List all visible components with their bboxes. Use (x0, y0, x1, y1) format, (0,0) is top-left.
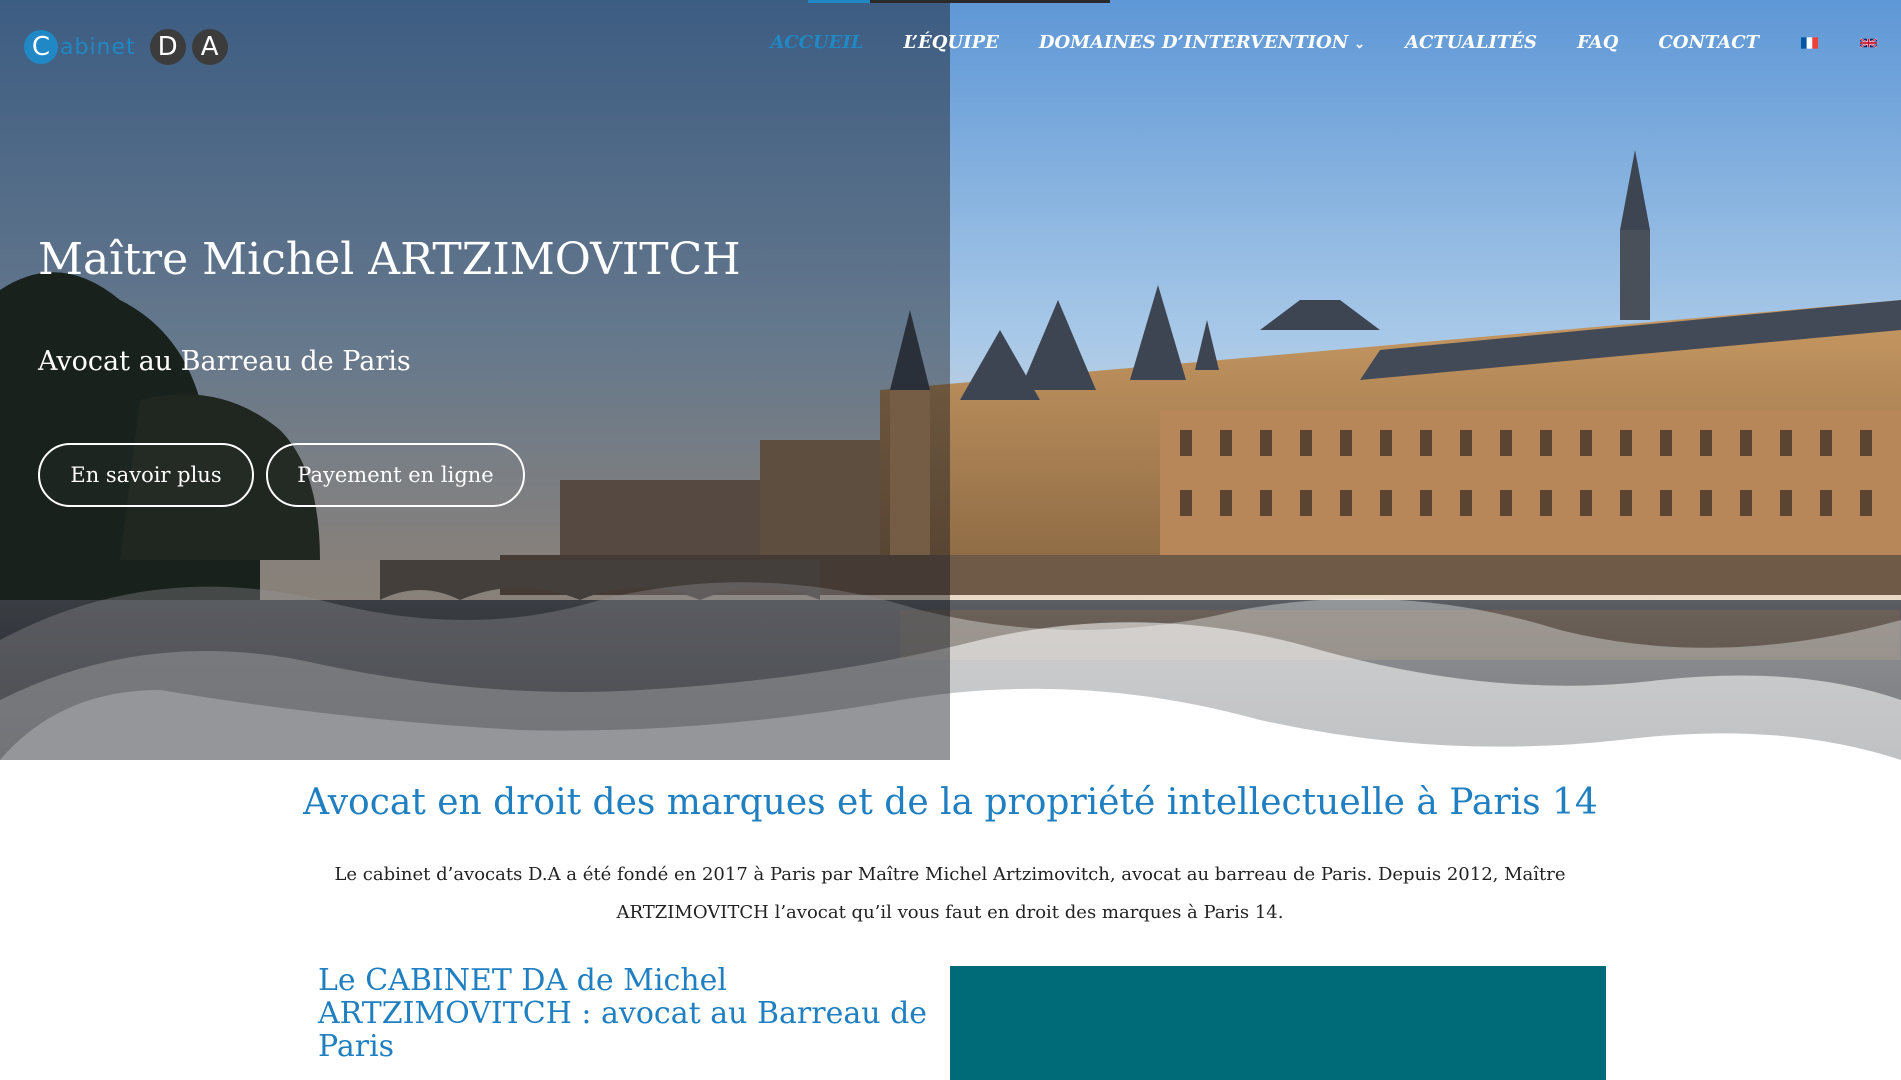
hero-title: Maître Michel ARTZIMOVITCH (38, 234, 741, 285)
nav-item-faq[interactable]: FAQ (1577, 32, 1618, 53)
payement-en-ligne-button[interactable]: Payement en ligne (266, 443, 525, 507)
gb-flag-icon[interactable] (1860, 37, 1877, 49)
teal-content-block (950, 966, 1606, 1080)
nav-active-indicator (808, 0, 870, 3)
nav-item-accueil[interactable]: ACCUEIL (770, 32, 863, 53)
section-heading: Le CABINET DA de Michel ARTZIMOVITCH : a… (318, 963, 928, 1064)
main-nav: ACCUEIL L’ÉQUIPE DOMAINES D’INTERVENTION… (730, 32, 1877, 53)
nav-item-domaines-label: DOMAINES D’INTERVENTION (1038, 32, 1349, 53)
nav-item-actualites[interactable]: ACTUALITÉS (1405, 32, 1537, 53)
main-heading: Avocat en droit des marques et de la pro… (303, 782, 1598, 823)
hero-dark-overlay (0, 0, 950, 760)
logo-letter-c: C (24, 30, 58, 64)
logo-letter-d: D (149, 29, 186, 65)
logo-word: abinet (60, 34, 136, 60)
logo-letter-a: A (191, 29, 228, 65)
nav-item-equipe[interactable]: L’ÉQUIPE (903, 32, 998, 53)
site-logo[interactable]: C abinet D A (24, 28, 228, 66)
nav-item-domaines[interactable]: DOMAINES D’INTERVENTION ⌄ (1039, 32, 1365, 53)
fr-flag-icon[interactable] (1801, 36, 1818, 49)
hero-banner (0, 0, 1901, 760)
chevron-down-icon: ⌄ (1354, 37, 1366, 52)
nav-item-contact[interactable]: CONTACT (1658, 32, 1759, 53)
en-savoir-plus-button[interactable]: En savoir plus (38, 443, 254, 507)
intro-paragraph: Le cabinet d’avocats D.A a été fondé en … (334, 864, 1566, 923)
hero-subtitle: Avocat au Barreau de Paris (38, 346, 411, 377)
